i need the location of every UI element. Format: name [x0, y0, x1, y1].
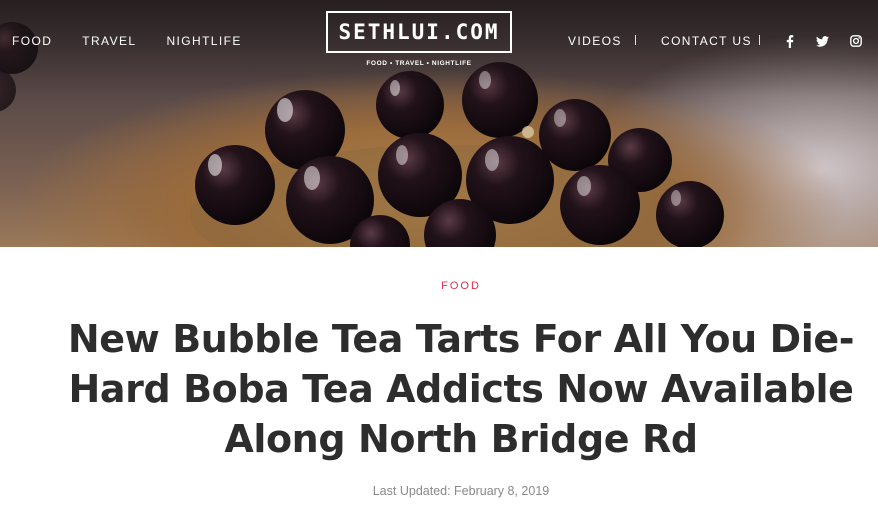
nav-link-nightlife[interactable]: NIGHTLIFE — [166, 34, 241, 48]
logo-wordmark: SETHLUI.COM — [338, 20, 500, 44]
nav-link-travel[interactable]: TRAVEL — [82, 34, 136, 48]
facebook-icon[interactable] — [783, 34, 797, 48]
nav-link-food[interactable]: FOOD — [12, 34, 52, 48]
site-logo[interactable]: SETHLUI.COM — [326, 11, 512, 53]
article-category-link[interactable]: FOOD — [0, 280, 878, 292]
article-last-updated: Last Updated: February 8, 2019 — [372, 484, 550, 498]
twitter-icon[interactable] — [815, 34, 829, 48]
nav-divider — [759, 35, 760, 45]
primary-nav: FOOD TRAVEL NIGHTLIFE — [12, 34, 242, 48]
instagram-icon[interactable] — [849, 34, 863, 48]
logo-tagline: FOOD • TRAVEL • NIGHTLIFE — [366, 60, 472, 67]
nav-divider — [635, 35, 636, 45]
nav-link-contact-us[interactable]: CONTACT US — [661, 34, 752, 48]
article-headline: New Bubble Tea Tarts For All You Die-Har… — [67, 317, 855, 461]
nav-link-videos[interactable]: VIDEOS — [568, 34, 622, 48]
